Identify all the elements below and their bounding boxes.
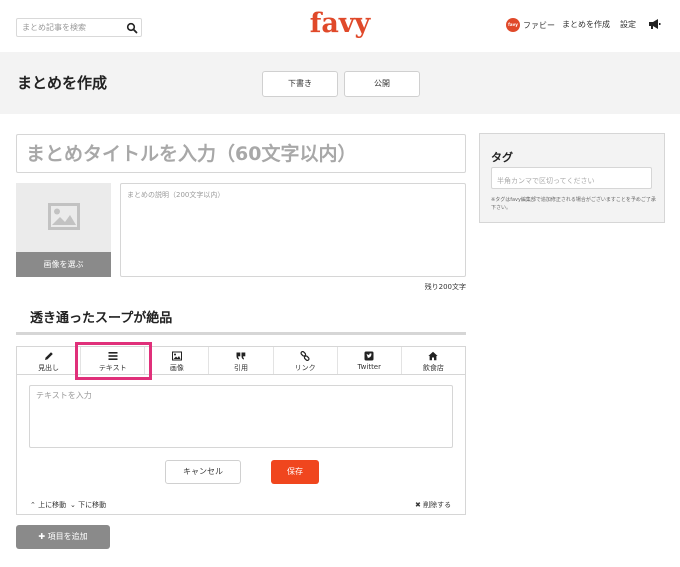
search-input[interactable] xyxy=(22,21,122,34)
user-menu[interactable]: favy ファビー xyxy=(506,17,555,33)
publish-button[interactable]: 公開 xyxy=(344,71,420,97)
create-summary-link[interactable]: まとめを作成 xyxy=(562,19,610,30)
plus-icon: ✚ xyxy=(38,532,48,541)
tool-twitter[interactable]: Twitter xyxy=(338,347,402,374)
item-editor: 見出し テキスト 画像 引用 リンク Twitter 飲食店 テキストを入力 キ… xyxy=(16,346,466,515)
item-footer: ⌃ 上に移動 ⌄ 下に移動 ✖ 削除する xyxy=(17,496,465,515)
text-input-field[interactable] xyxy=(29,385,453,448)
search-icon[interactable] xyxy=(126,22,138,34)
pencil-icon xyxy=(44,352,53,360)
choose-image-button[interactable]: 画像を選ぶ xyxy=(16,252,111,277)
move-down-link[interactable]: ⌄ 下に移動 xyxy=(70,500,106,510)
move-up-label: 上に移動 xyxy=(38,501,67,509)
summary-title-field[interactable] xyxy=(16,134,466,173)
tool-quote[interactable]: 引用 xyxy=(209,347,274,374)
image-placeholder-icon xyxy=(48,203,80,230)
tool-label: リンク xyxy=(294,364,316,372)
add-item-label: 項目を追加 xyxy=(47,532,88,541)
delete-label: 削除する xyxy=(423,501,452,509)
tool-heading[interactable]: 見出し xyxy=(17,347,82,374)
tool-label: Twitter xyxy=(357,363,381,371)
tag-heading: タグ xyxy=(491,151,513,164)
description-input[interactable] xyxy=(121,184,465,276)
cancel-button[interactable]: キャンセル xyxy=(165,460,241,484)
home-icon xyxy=(428,351,439,361)
tag-field[interactable] xyxy=(491,167,652,191)
add-item-button[interactable]: ✚ 項目を追加 xyxy=(16,525,110,549)
page-title: まとめを作成 xyxy=(17,74,108,92)
image-icon xyxy=(171,351,182,361)
chevron-up-icon: ⌃ xyxy=(30,501,39,509)
tool-restaurant[interactable]: 飲食店 xyxy=(402,347,465,374)
close-icon: ✖ xyxy=(415,501,424,509)
chars-remaining: 残り200文字 xyxy=(424,283,466,291)
megaphone-icon[interactable] xyxy=(647,17,661,31)
tool-label: テキスト xyxy=(98,364,127,372)
twitter-icon xyxy=(364,351,374,361)
username-link[interactable]: ファビー xyxy=(523,20,555,31)
quote-icon xyxy=(236,352,246,360)
description-field[interactable] xyxy=(120,183,466,277)
tool-text[interactable]: テキスト xyxy=(81,347,146,374)
heading-divider xyxy=(16,332,466,335)
tag-note: ※タグはfavy編集部で追加修正される場合がございますことを予めご了承下さい。 xyxy=(491,197,656,211)
tag-panel: タグ ※タグはfavy編集部で追加修正される場合がございますことを予めご了承下さ… xyxy=(479,133,665,223)
move-up-link[interactable]: ⌃ 上に移動 xyxy=(30,500,66,510)
avatar: favy xyxy=(506,18,520,32)
settings-link[interactable]: 設定 xyxy=(620,19,636,30)
save-draft-button[interactable]: 下書き xyxy=(262,71,338,97)
item-text-input[interactable] xyxy=(30,386,452,447)
move-down-label: 下に移動 xyxy=(78,501,107,509)
tool-label: 画像 xyxy=(169,364,184,372)
delete-item-link[interactable]: ✖ 削除する xyxy=(415,500,451,510)
chevron-down-icon: ⌄ xyxy=(70,501,79,509)
tool-label: 引用 xyxy=(233,364,248,372)
tool-label: 飲食店 xyxy=(422,364,444,372)
tool-label: 見出し xyxy=(38,364,60,372)
tool-image[interactable]: 画像 xyxy=(145,347,210,374)
tool-link[interactable]: リンク xyxy=(274,347,338,374)
search-box[interactable] xyxy=(16,18,142,37)
link-icon xyxy=(300,351,310,361)
item-type-toolbar: 見出し テキスト 画像 引用 リンク Twitter 飲食店 xyxy=(17,347,465,375)
summary-title-input[interactable] xyxy=(17,135,465,172)
site-logo[interactable]: favy xyxy=(300,8,380,40)
cover-image-box[interactable]: 画像を選ぶ xyxy=(16,183,111,277)
lines-icon xyxy=(108,352,118,360)
section-heading[interactable]: 透き通ったスープが絶品 xyxy=(30,307,172,326)
save-button[interactable]: 保存 xyxy=(271,460,319,484)
tag-input[interactable] xyxy=(492,171,651,191)
